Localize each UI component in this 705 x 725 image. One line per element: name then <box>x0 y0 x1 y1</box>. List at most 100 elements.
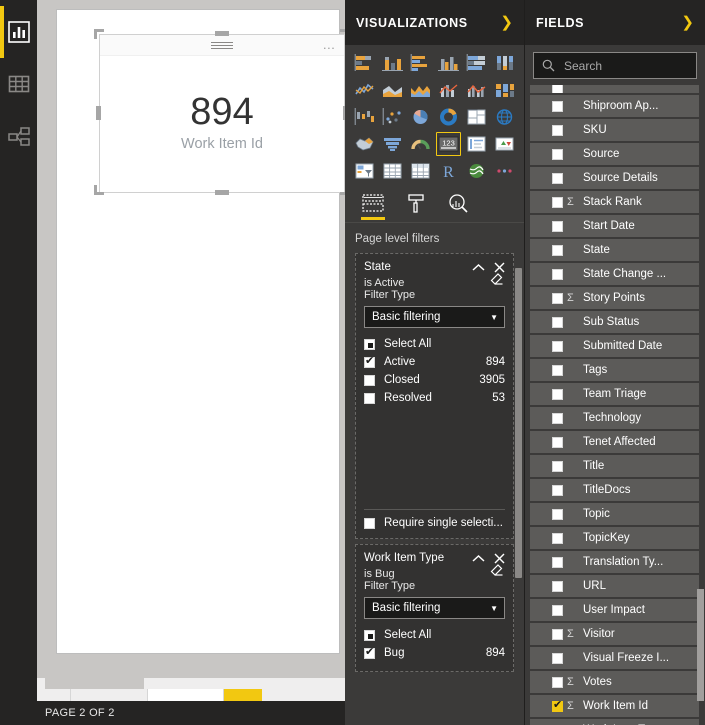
require-single-selection-row[interactable]: Require single selecti... <box>364 517 505 529</box>
checkbox[interactable] <box>552 701 563 712</box>
resize-handle-top-right[interactable] <box>340 29 345 39</box>
resize-handle-top-left[interactable] <box>94 29 104 39</box>
collapse-chevron-icon[interactable] <box>472 263 485 272</box>
field-row[interactable]: Title <box>530 455 699 477</box>
field-row[interactable]: URL <box>530 575 699 597</box>
field-row[interactable]: Tenet Affected <box>530 431 699 453</box>
resize-handle-bottom-right[interactable] <box>340 185 345 195</box>
checkbox[interactable] <box>364 648 375 659</box>
viz-map[interactable] <box>491 105 517 129</box>
tab-analytics[interactable] <box>447 185 470 222</box>
field-row[interactable]: Visual Freeze I... <box>530 647 699 669</box>
field-row[interactable]: ΣWork Item Id <box>530 695 699 717</box>
viz-stacked-column-chart[interactable] <box>380 51 406 75</box>
canvas-horizontal-scrollbar[interactable] <box>37 678 345 689</box>
filter-type-dropdown[interactable]: Basic filtering ▼ <box>364 306 505 328</box>
fields-list[interactable]: Shiproom Ap...SKUSourceSource DetailsΣSt… <box>525 85 705 725</box>
checkbox[interactable] <box>364 630 375 641</box>
checkbox[interactable] <box>552 629 563 640</box>
card-visual[interactable]: … 894 Work Item Id <box>99 34 345 193</box>
checkbox[interactable] <box>552 557 563 568</box>
checkbox[interactable] <box>552 437 563 448</box>
field-row[interactable]: SKU <box>530 119 699 141</box>
checkbox[interactable] <box>552 197 563 208</box>
viz-slicer[interactable] <box>352 159 378 183</box>
viz-scatter-chart[interactable] <box>380 105 406 129</box>
checkbox[interactable] <box>552 389 563 400</box>
checkbox[interactable] <box>552 653 563 664</box>
field-row[interactable]: TitleDocs <box>530 479 699 501</box>
eraser-icon[interactable] <box>490 564 505 577</box>
checkbox[interactable] <box>552 125 563 136</box>
field-row[interactable]: Technology <box>530 407 699 429</box>
field-row[interactable]: Tags <box>530 359 699 381</box>
tab-fields[interactable] <box>361 185 385 222</box>
viz-waterfall-chart[interactable] <box>352 105 378 129</box>
checkbox[interactable] <box>552 581 563 592</box>
checkbox[interactable] <box>552 365 563 376</box>
checkbox[interactable] <box>552 269 563 280</box>
field-row[interactable]: Shiproom Ap... <box>530 95 699 117</box>
checkbox[interactable] <box>552 149 563 160</box>
field-row[interactable]: ΣVisitor <box>530 623 699 645</box>
checkbox[interactable] <box>364 375 375 386</box>
eraser-icon[interactable] <box>490 273 505 286</box>
visual-more-options-icon[interactable]: … <box>322 39 337 51</box>
checkbox[interactable] <box>552 221 563 232</box>
checkbox[interactable] <box>552 293 563 304</box>
viz-filled-map[interactable] <box>352 132 378 156</box>
field-row[interactable]: Translation Ty... <box>530 551 699 573</box>
viz-table[interactable] <box>380 159 406 183</box>
viz-card[interactable]: 123 <box>436 132 462 156</box>
viz-line-chart[interactable] <box>352 78 378 102</box>
checkbox[interactable] <box>552 413 563 424</box>
collapse-visualizations-icon[interactable]: ❯ <box>500 15 513 30</box>
field-row[interactable]: ΣVotes <box>530 671 699 693</box>
checkbox[interactable] <box>552 101 563 112</box>
canvas-scrollbar-thumb[interactable] <box>45 678 144 689</box>
viz-kpi[interactable] <box>491 132 517 156</box>
viz-pie-chart[interactable] <box>408 105 434 129</box>
filter-item-select-all[interactable]: Select All <box>364 626 505 644</box>
field-row[interactable]: Source Details <box>530 167 699 189</box>
checkbox[interactable] <box>364 518 375 529</box>
viz-r-script-visual[interactable]: R <box>436 159 462 183</box>
field-row[interactable]: TopicKey <box>530 527 699 549</box>
checkbox[interactable] <box>552 533 563 544</box>
checkbox[interactable] <box>552 341 563 352</box>
viz-stacked-bar-chart[interactable] <box>352 51 378 75</box>
viz-clustered-bar-chart[interactable] <box>408 51 434 75</box>
report-page[interactable]: … 894 Work Item Id <box>56 9 340 654</box>
resize-handle-top-center[interactable] <box>215 31 229 36</box>
checkbox[interactable] <box>552 173 563 184</box>
collapse-chevron-icon[interactable] <box>472 554 485 563</box>
close-filter-icon[interactable] <box>494 262 505 273</box>
viz-100-stacked-bar-chart[interactable] <box>463 51 489 75</box>
field-row[interactable]: Sub Status <box>530 311 699 333</box>
checkbox[interactable] <box>552 85 563 93</box>
canvas-viewport[interactable]: … 894 Work Item Id <box>37 0 345 678</box>
nav-report-view[interactable] <box>0 6 37 58</box>
close-filter-icon[interactable] <box>494 553 505 564</box>
field-row[interactable]: ΣStack Rank <box>530 191 699 213</box>
filter-card-work-item-type[interactable]: Work Item Type is Bug Filter Type Basic … <box>355 544 514 672</box>
field-row[interactable]: User Impact <box>530 599 699 621</box>
field-row-clipped[interactable] <box>530 85 699 93</box>
filter-card-state[interactable]: State is Active Filter Type Basic filter… <box>355 253 514 539</box>
resize-handle-middle-left[interactable] <box>96 106 101 120</box>
field-row[interactable]: Topic <box>530 503 699 525</box>
field-row[interactable]: Source <box>530 143 699 165</box>
viz-gauge[interactable] <box>408 132 434 156</box>
checkbox[interactable] <box>552 677 563 688</box>
drag-handle-icon[interactable] <box>211 42 233 49</box>
viz-more-visuals[interactable] <box>491 159 517 183</box>
checkbox[interactable] <box>552 245 563 256</box>
collapse-fields-icon[interactable]: ❯ <box>681 15 694 30</box>
checkbox[interactable] <box>552 509 563 520</box>
tab-format[interactable] <box>405 185 427 222</box>
checkbox[interactable] <box>364 357 375 368</box>
viz-arcgis-map[interactable] <box>463 159 489 183</box>
field-row[interactable]: ΣStory Points <box>530 287 699 309</box>
filter-item-bug[interactable]: Bug 894 <box>364 644 505 662</box>
filter-type-dropdown[interactable]: Basic filtering ▼ <box>364 597 505 619</box>
